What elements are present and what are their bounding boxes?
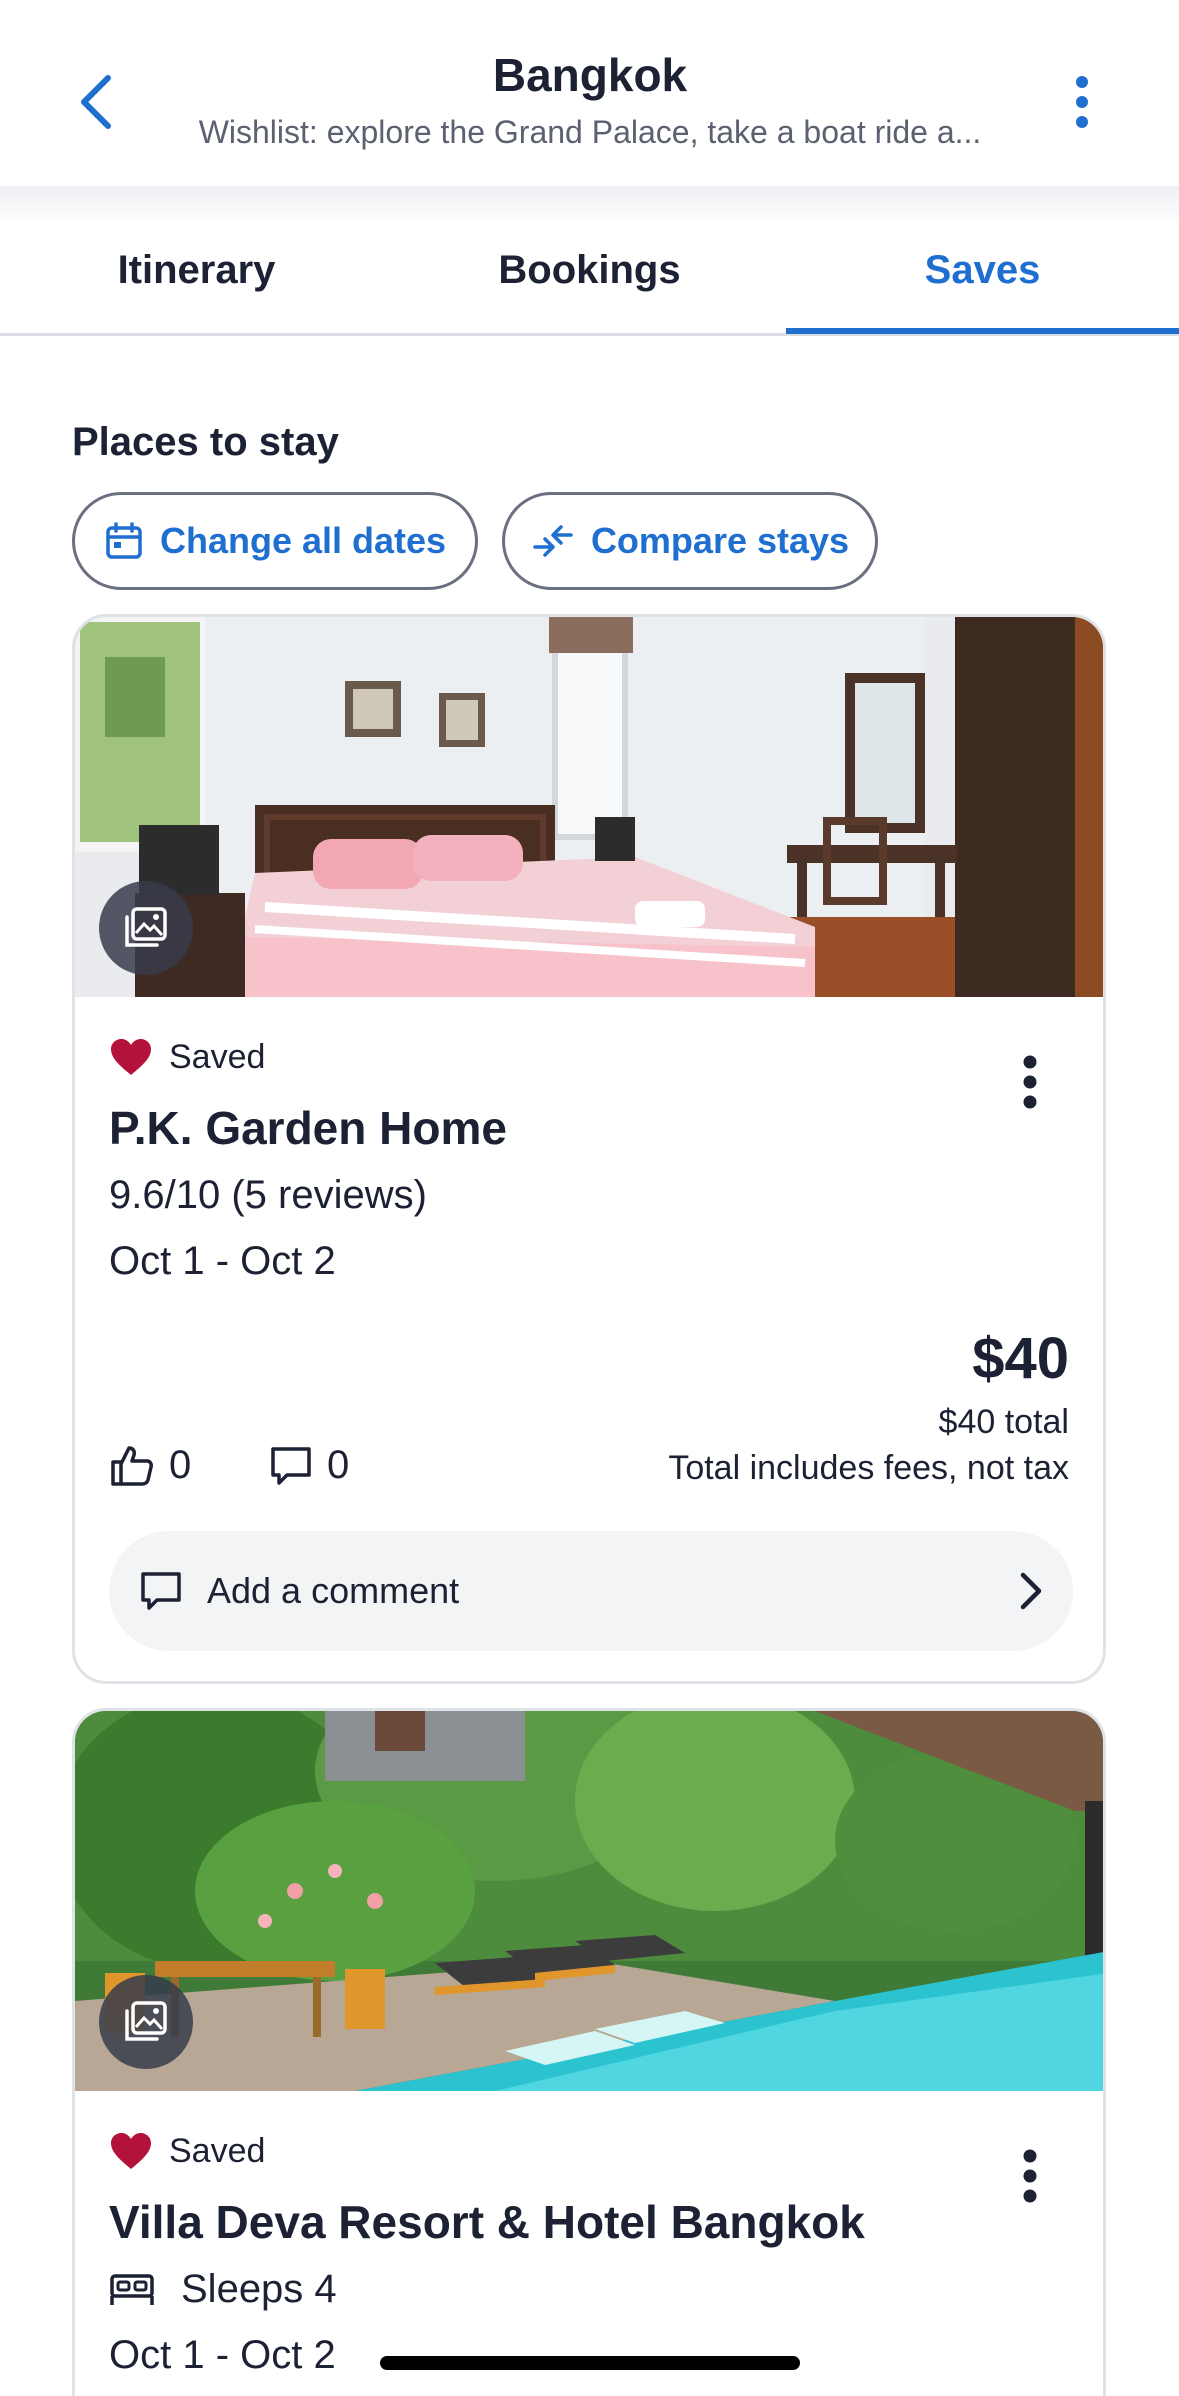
add-comment-label: Add a comment [207, 1570, 460, 1611]
price-per-night: $40 [972, 1326, 1069, 1391]
photo-gallery-button[interactable] [99, 881, 193, 975]
tab-bar: Itinerary Bookings Saves [0, 186, 1179, 336]
back-button[interactable] [66, 62, 126, 142]
home-indicator[interactable] [380, 2356, 800, 2370]
change-all-dates-button[interactable]: Change all dates [72, 492, 478, 590]
comment-count: 0 [327, 1443, 350, 1487]
vertical-dots-icon [1023, 1055, 1037, 1109]
heart-icon [111, 2133, 151, 2169]
like-count: 0 [169, 1443, 192, 1487]
top-header: Bangkok Wishlist: explore the Grand Pala… [0, 0, 1179, 186]
comment-count-button[interactable]: 0 [269, 1443, 349, 1488]
stay-rating: 9.6/10 (5 reviews) [109, 1173, 427, 1217]
comment-icon [271, 1446, 311, 1485]
page-subtitle: Wishlist: explore the Grand Palace, take… [198, 114, 982, 150]
stay-photo[interactable] [75, 1711, 1103, 2091]
page-title: Bangkok [492, 49, 688, 101]
vertical-dots-icon [1076, 76, 1088, 128]
bed-icon [110, 2273, 154, 2305]
tab-saves[interactable]: Saves [786, 248, 1179, 308]
saved-indicator[interactable]: Saved [109, 1037, 265, 1077]
saved-label: Saved [169, 2131, 266, 2170]
change-all-dates-label: Change all dates [159, 520, 447, 561]
price-total: $40 total [938, 1403, 1069, 1441]
stay-photo[interactable] [75, 617, 1103, 997]
tab-itinerary[interactable]: Itinerary [0, 248, 393, 308]
heart-icon [111, 1039, 151, 1075]
more-options-button[interactable] [1052, 62, 1112, 142]
stay-name[interactable]: P.K. Garden Home [109, 1101, 507, 1155]
chevron-right-icon [1020, 1572, 1042, 1610]
gallery-icon [125, 2001, 167, 2041]
vertical-dots-icon [1023, 2149, 1037, 2203]
comment-icon [141, 1572, 181, 1610]
like-button[interactable]: 0 [109, 1443, 191, 1488]
stay-dates: Oct 1 - Oct 2 [109, 1239, 336, 1283]
trip-saves-screen: Bangkok Wishlist: explore the Grand Pala… [0, 0, 1179, 2396]
gallery-icon [125, 907, 167, 947]
tab-bookings[interactable]: Bookings [393, 248, 786, 308]
saved-indicator[interactable]: Saved [109, 2131, 265, 2171]
compare-stays-button[interactable]: Compare stays [502, 492, 878, 590]
stay-card[interactable]: Saved P.K. Garden Home 9.6/10 (5 reviews… [72, 614, 1106, 1684]
chevron-left-icon [81, 75, 111, 129]
stay-name[interactable]: Villa Deva Resort & Hotel Bangkok [109, 2195, 865, 2249]
section-title: Places to stay [72, 420, 339, 464]
sleeps-info: Sleeps 4 [109, 2267, 337, 2312]
thumbs-up-icon [111, 1445, 153, 1486]
compare-arrows-icon [533, 525, 573, 557]
photo-gallery-button[interactable] [99, 1975, 193, 2069]
card-options-button[interactable] [1005, 1047, 1055, 1117]
stay-dates: Oct 1 - Oct 2 [109, 2333, 336, 2377]
sleeps-label: Sleeps 4 [181, 2267, 337, 2311]
calendar-icon [106, 522, 142, 559]
saved-label: Saved [169, 1037, 266, 1076]
bedroom-photo [75, 617, 1103, 997]
stay-card[interactable]: Saved Villa Deva Resort & Hotel Bangkok … [72, 1708, 1106, 2396]
pool-photo [75, 1711, 1103, 2091]
add-comment-button[interactable]: Add a comment [109, 1531, 1073, 1651]
price-note: Total includes fees, not tax [668, 1449, 1069, 1487]
compare-stays-label: Compare stays [590, 520, 850, 561]
active-tab-indicator [786, 328, 1179, 334]
card-options-button[interactable] [1005, 2141, 1055, 2211]
